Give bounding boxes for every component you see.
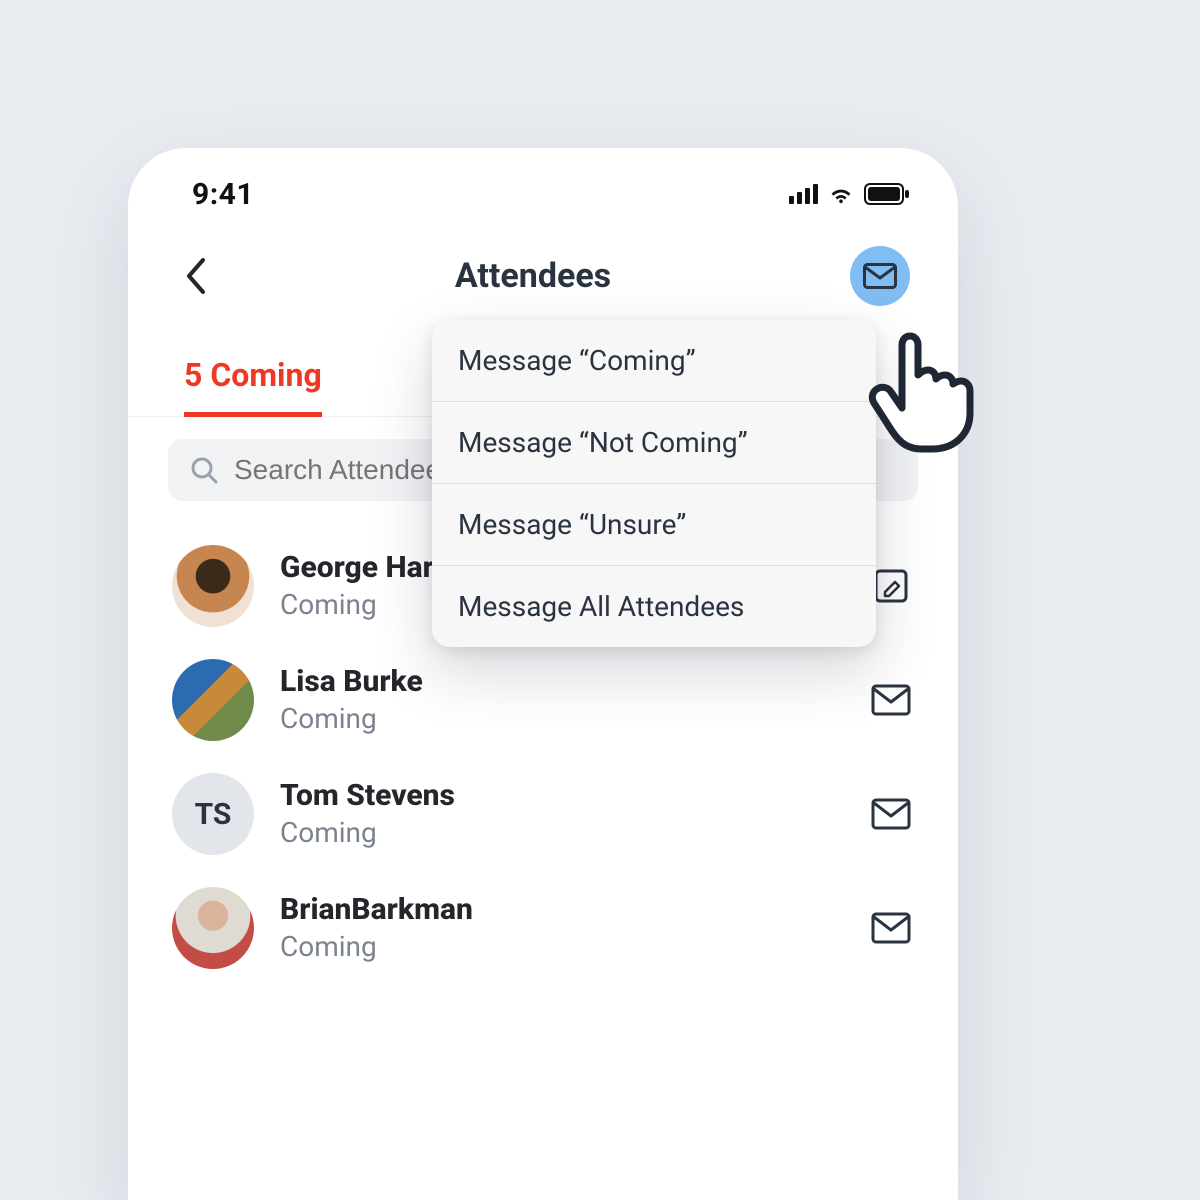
avatar — [172, 659, 254, 741]
attendee-name: BrianBarkman — [280, 893, 842, 928]
attendee-row[interactable]: TS Tom Stevens Coming — [172, 757, 914, 871]
page-title: Attendees — [455, 256, 611, 296]
avatar — [172, 887, 254, 969]
message-button[interactable] — [868, 680, 914, 720]
back-button[interactable] — [176, 256, 216, 296]
attendee-status: Coming — [280, 702, 842, 735]
chevron-left-icon — [185, 258, 207, 294]
wifi-icon — [828, 184, 854, 204]
attendee-status: Coming — [280, 930, 842, 963]
cellular-icon — [789, 184, 818, 204]
attendee-status: Coming — [280, 816, 842, 849]
message-menu-button[interactable] — [850, 246, 910, 306]
mail-icon — [871, 684, 911, 716]
attendee-name: Tom Stevens — [280, 779, 842, 814]
menu-item-all[interactable]: Message All Attendees — [432, 566, 876, 647]
menu-item-unsure[interactable]: Message “Unsure” — [432, 484, 876, 566]
edit-icon — [873, 568, 909, 604]
attendee-name: Lisa Burke — [280, 665, 842, 700]
mail-icon — [871, 798, 911, 830]
menu-item-coming[interactable]: Message “Coming” — [432, 320, 876, 402]
avatar: TS — [172, 773, 254, 855]
mail-icon — [871, 912, 911, 944]
attendee-row[interactable]: BrianBarkman Coming — [172, 871, 914, 985]
status-bar: 9:41 — [128, 148, 958, 204]
nav-bar: Attendees — [128, 204, 958, 306]
tab-coming[interactable]: 5 Coming — [184, 356, 322, 417]
message-button[interactable] — [868, 908, 914, 948]
search-icon — [190, 456, 218, 484]
status-right — [789, 183, 910, 205]
mail-icon — [863, 263, 897, 289]
attendee-row[interactable]: Lisa Burke Coming — [172, 643, 914, 757]
avatar — [172, 545, 254, 627]
phone-frame: 9:41 Attendees 5 Coming — [128, 148, 958, 1200]
message-button[interactable] — [868, 794, 914, 834]
message-menu: Message “Coming” Message “Not Coming” Me… — [432, 320, 876, 647]
menu-item-notcoming[interactable]: Message “Not Coming” — [432, 402, 876, 484]
battery-icon — [864, 183, 910, 205]
